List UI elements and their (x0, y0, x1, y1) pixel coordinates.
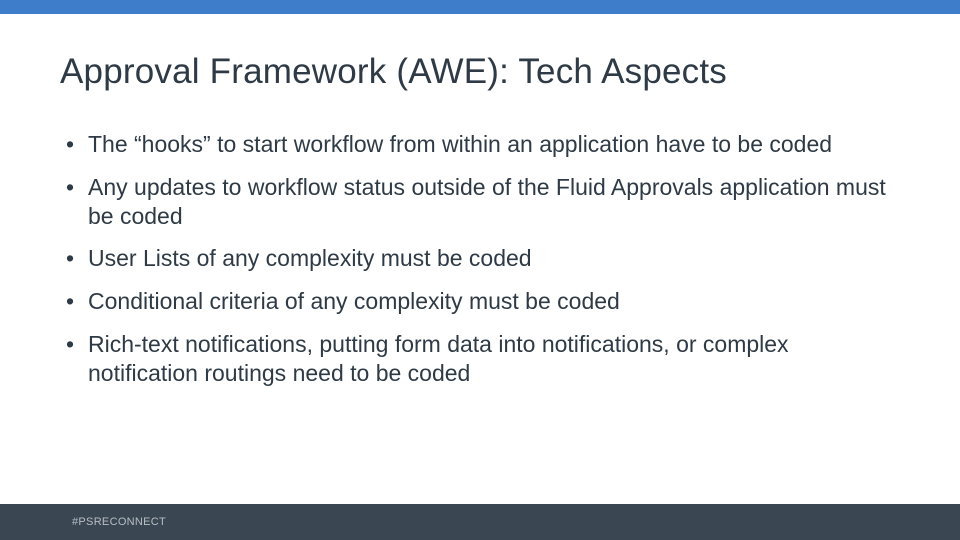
footer-bar: #PSRECONNECT (0, 504, 960, 540)
slide-content: Approval Framework (AWE): Tech Aspects T… (0, 14, 960, 387)
list-item: User Lists of any complexity must be cod… (60, 244, 900, 273)
top-accent-bar (0, 0, 960, 14)
slide-title: Approval Framework (AWE): Tech Aspects (60, 52, 900, 92)
list-item: Conditional criteria of any complexity m… (60, 287, 900, 316)
footer-hashtag: #PSRECONNECT (72, 516, 166, 528)
bullet-list: The “hooks” to start workflow from withi… (60, 130, 900, 387)
list-item: Rich-text notifications, putting form da… (60, 330, 900, 388)
list-item: Any updates to workflow status outside o… (60, 173, 900, 231)
list-item: The “hooks” to start workflow from withi… (60, 130, 900, 159)
